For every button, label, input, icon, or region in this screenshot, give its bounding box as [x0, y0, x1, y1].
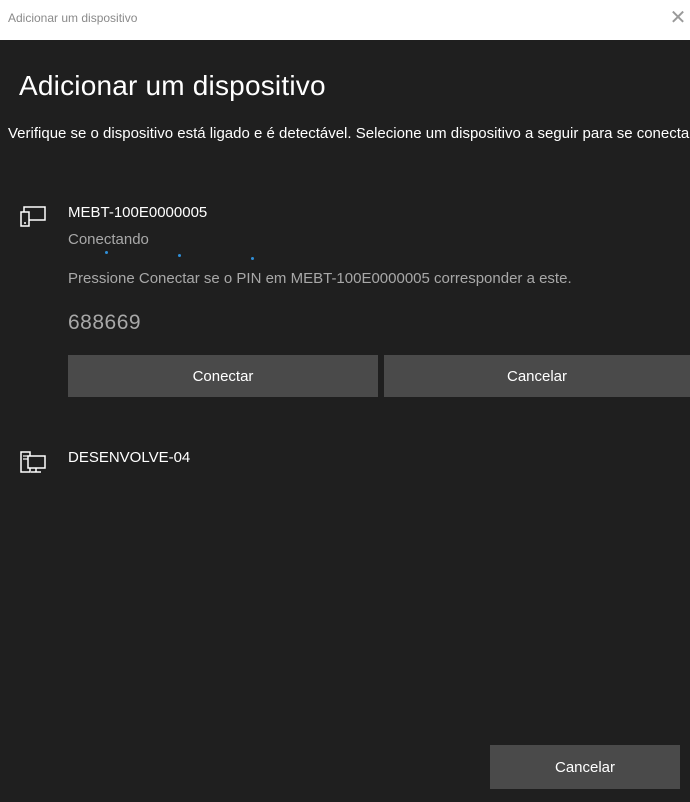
- title-bar: Adicionar um dispositivo ✕: [0, 0, 690, 40]
- page-description: Verifique se o dispositivo está ligado e…: [8, 125, 690, 142]
- progress-dot: [178, 254, 181, 257]
- device-name: DESENVOLVE-04: [68, 449, 191, 466]
- close-icon[interactable]: ✕: [666, 6, 690, 30]
- cancel-pairing-button[interactable]: Cancelar: [384, 355, 690, 397]
- window-title: Adicionar um dispositivo: [8, 11, 138, 25]
- pin-code: 688669: [68, 311, 142, 334]
- connect-button[interactable]: Conectar: [68, 355, 378, 397]
- pin-instruction: Pressione Conectar se o PIN em MEBT-100E…: [68, 270, 572, 287]
- progress-dot: [105, 251, 108, 254]
- tablet-device-icon: [19, 205, 47, 229]
- device-name: MEBT-100E0000005: [68, 204, 208, 221]
- page-title: Adicionar um dispositivo: [19, 70, 326, 101]
- device-status: Conectando: [68, 231, 149, 248]
- progress-dot: [251, 257, 254, 260]
- cancel-button[interactable]: Cancelar: [490, 745, 680, 789]
- desktop-computer-icon: [19, 450, 47, 474]
